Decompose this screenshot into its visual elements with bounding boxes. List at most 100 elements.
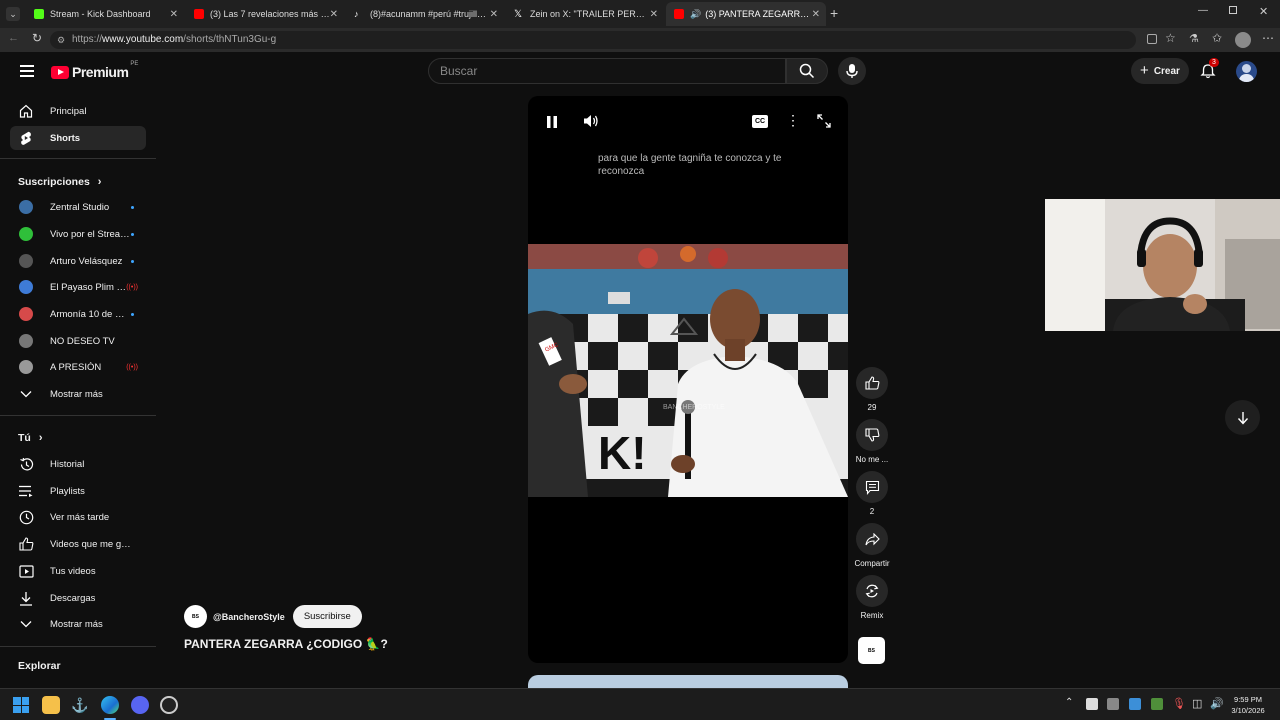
voice-search-button[interactable] xyxy=(838,57,866,85)
discord-icon[interactable] xyxy=(131,696,149,714)
volume-button[interactable] xyxy=(583,114,599,128)
remix-icon xyxy=(865,584,879,598)
tab-audio-icon[interactable]: 🔊 xyxy=(690,9,701,20)
tray-app-icon[interactable] xyxy=(1107,698,1119,710)
pause-button[interactable] xyxy=(546,114,558,130)
maximize-icon[interactable] xyxy=(1229,6,1237,14)
tray-app-icon[interactable] xyxy=(1151,698,1163,710)
youtube-logo[interactable]: Premium PE xyxy=(51,61,138,80)
sidebar-show-more-subscriptions[interactable]: Mostrar más xyxy=(10,382,146,406)
menu-hamburger-icon[interactable] xyxy=(20,65,34,77)
close-window-icon[interactable]: ✕ xyxy=(1259,5,1268,18)
browser-tab-x[interactable]: 𝕏 Zein on X: "TRAILER PERUST 2 ✕ xyxy=(506,2,664,26)
comments-button[interactable] xyxy=(856,471,888,503)
account-avatar[interactable] xyxy=(1236,61,1257,82)
browser-menu-icon[interactable]: ⋯ xyxy=(1262,31,1274,45)
close-tab-icon[interactable]: ✕ xyxy=(330,9,338,20)
next-video-button[interactable] xyxy=(1225,400,1260,435)
close-tab-icon[interactable]: ✕ xyxy=(812,9,820,20)
channel-name[interactable]: @BancheroStyle xyxy=(213,612,285,622)
favorite-star-icon[interactable]: ☆ xyxy=(1165,31,1176,45)
profile-avatar-icon[interactable] xyxy=(1235,32,1251,48)
playlist-icon xyxy=(18,483,34,499)
minimize-icon[interactable]: — xyxy=(1198,5,1208,16)
speaker-icon[interactable]: 🔊 xyxy=(1210,697,1224,710)
remix-button[interactable] xyxy=(856,575,888,607)
tab-title: (3) PANTERA ZEGARRA ¿CODIGO xyxy=(705,9,814,19)
close-tab-icon[interactable]: ✕ xyxy=(170,9,178,20)
obs-icon[interactable] xyxy=(160,696,178,714)
shorts-player[interactable]: CC ⋮ para que la gente tagniña te conozc… xyxy=(528,96,848,663)
url-field[interactable]: ⚙ https://www.youtube.com/shorts/thNTun3… xyxy=(50,31,1136,49)
sidebar-subscription-item[interactable]: Zentral Studio xyxy=(10,195,146,219)
site-info-icon[interactable]: ⚙ xyxy=(57,31,65,49)
microphone-tray-icon[interactable]: 🎙 xyxy=(1172,697,1186,710)
sidebar-subscription-item[interactable]: Vivo por el Streaming xyxy=(10,222,146,246)
file-explorer-icon[interactable] xyxy=(42,696,60,714)
sidebar-item-playlists[interactable]: Playlists xyxy=(10,479,146,503)
you-heading[interactable]: Tú › xyxy=(18,432,43,444)
channel-avatar[interactable]: BS xyxy=(184,605,207,628)
tiktok-icon: ♪ xyxy=(354,9,359,19)
sidebar-item-your-videos[interactable]: Tus videos xyxy=(10,559,146,583)
tray-overflow-icon[interactable]: ⌃ xyxy=(1065,697,1073,708)
browser-tab-youtube-revelaciones[interactable]: (3) Las 7 revelaciones más perturbadoras… xyxy=(186,2,344,26)
youtube-header: Premium PE Buscar + Crear 3 xyxy=(0,52,1280,92)
dislike-button[interactable] xyxy=(856,419,888,451)
new-tab-icon[interactable]: + xyxy=(830,5,838,21)
extensions-icon[interactable] xyxy=(1147,34,1157,44)
close-tab-icon[interactable]: ✕ xyxy=(490,9,498,20)
channel-avatar-icon xyxy=(18,253,34,269)
subscribe-button[interactable]: Suscribirse xyxy=(292,605,362,628)
tray-app-icon[interactable] xyxy=(1129,698,1141,710)
next-short-preview[interactable] xyxy=(528,675,848,688)
subscriptions-heading[interactable]: Suscripciones › xyxy=(18,176,101,188)
browser-essentials-icon[interactable]: ⚗ xyxy=(1189,32,1199,45)
sidebar-show-more-you[interactable]: Mostrar más xyxy=(10,612,146,636)
browser-tab-youtube-active[interactable]: 🔊 (3) PANTERA ZEGARRA ¿CODIGO ✕ xyxy=(666,2,826,26)
notifications-button[interactable]: 3 xyxy=(1200,58,1219,81)
search-button[interactable] xyxy=(786,58,828,84)
sidebar-subscription-item[interactable]: Arturo Velásquez xyxy=(10,249,146,273)
svg-text:K!: K! xyxy=(598,427,647,479)
avatar xyxy=(19,334,33,348)
sound-source-thumbnail[interactable]: BS xyxy=(858,637,885,664)
start-icon[interactable] xyxy=(13,697,29,713)
fullscreen-icon[interactable] xyxy=(817,114,831,128)
sidebar-item-history[interactable]: Historial xyxy=(10,452,146,476)
sidebar-item-downloads[interactable]: Descargas xyxy=(10,586,146,610)
avatar xyxy=(19,200,33,214)
browser-tab-tiktok[interactable]: ♪ (8)#acunamm #perú #trujillo #cesar ✕ xyxy=(346,2,504,26)
captions-button[interactable]: CC xyxy=(752,115,768,128)
sidebar-subscription-item[interactable]: Armonía 10 de Walter xyxy=(10,302,146,326)
url-path: /shorts/thNTun3Gu-g xyxy=(183,34,277,45)
back-icon[interactable]: ← xyxy=(8,32,19,44)
sidebar-item-shorts[interactable]: Shorts xyxy=(10,126,146,150)
share-button[interactable] xyxy=(856,523,888,555)
more-options-icon[interactable]: ⋮ xyxy=(786,112,800,129)
sidebar-item-home[interactable]: Principal xyxy=(10,99,146,123)
clock[interactable]: 9:59 PM 3/10/2026 xyxy=(1226,694,1270,716)
collections-icon[interactable]: ✩ xyxy=(1212,31,1222,45)
steam-icon[interactable]: ⚓ xyxy=(71,696,89,714)
edge-browser-icon[interactable] xyxy=(101,696,119,714)
tray-app-icon[interactable] xyxy=(1086,698,1098,710)
like-button[interactable] xyxy=(856,367,888,399)
youtube-icon xyxy=(194,9,204,19)
create-button[interactable]: + Crear xyxy=(1131,58,1189,84)
search-input[interactable]: Buscar xyxy=(428,58,786,84)
tab-title: (3) Las 7 revelaciones más perturbadoras xyxy=(210,9,334,19)
network-icon[interactable]: ◫ xyxy=(1192,697,1202,710)
avatar xyxy=(19,227,33,241)
like-icon xyxy=(18,536,34,552)
tab-list-dropdown-icon[interactable]: ⌄ xyxy=(6,7,20,21)
close-tab-icon[interactable]: ✕ xyxy=(650,9,658,20)
sidebar-subscription-item[interactable]: A PRESIÓN ((•)) xyxy=(10,355,146,379)
new-content-dot xyxy=(131,259,134,263)
sidebar-item-liked-videos[interactable]: Videos que me gustan xyxy=(10,532,146,556)
browser-tab-kick[interactable]: Stream - Kick Dashboard ✕ xyxy=(26,2,184,26)
sidebar-subscription-item[interactable]: NO DESEO TV xyxy=(10,329,146,353)
sidebar-item-watch-later[interactable]: Ver más tarde xyxy=(10,505,146,529)
reload-icon[interactable]: ↻ xyxy=(32,31,42,45)
sidebar-subscription-item[interactable]: El Payaso Plim Plim ((•)) xyxy=(10,275,146,299)
